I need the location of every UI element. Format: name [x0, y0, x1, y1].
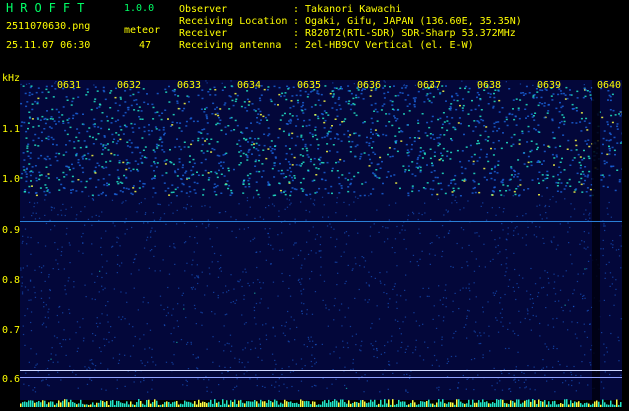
meteor-count: 47: [139, 41, 151, 51]
detection-strip: [20, 392, 622, 400]
carrier-line: [20, 221, 622, 222]
x-tick-0636: 0636: [357, 81, 381, 91]
y-unit-label: kHz: [2, 74, 18, 84]
location-key: Receiving Location: [179, 17, 287, 27]
x-tick-0638: 0638: [477, 81, 501, 91]
observer-key: Observer: [179, 5, 227, 15]
reference-line-upper: [20, 370, 622, 371]
y-tick-1.1: 1.1: [2, 125, 18, 135]
x-tick-0632: 0632: [117, 81, 141, 91]
x-tick-0640: 0640: [597, 81, 621, 91]
reference-line-lower: [20, 377, 622, 378]
x-tick-0633: 0633: [177, 81, 201, 91]
y-tick-0.9: 0.9: [2, 226, 18, 236]
receiver-key: Receiver: [179, 29, 227, 39]
y-tick-0.6: 0.6: [2, 375, 18, 385]
timestamp: 25.11.07 06:30: [6, 41, 90, 51]
observer-value: : Takanori Kawachi: [293, 5, 401, 15]
x-tick-0635: 0635: [297, 81, 321, 91]
app-title: HROFFT: [6, 2, 91, 14]
x-tick-0634: 0634: [237, 81, 261, 91]
meteor-label: meteor: [124, 26, 160, 36]
y-tick-0.8: 0.8: [2, 276, 18, 286]
x-tick-0637: 0637: [417, 81, 441, 91]
filename: 2511070630.png: [6, 22, 90, 32]
y-tick-1.0: 1.0: [2, 175, 18, 185]
location-value: : Ogaki, Gifu, JAPAN (136.60E, 35.35N): [293, 17, 522, 27]
antenna-key: Receiving antenna: [179, 41, 281, 51]
y-tick-0.7: 0.7: [2, 326, 18, 336]
spectrogram-canvas: [20, 80, 622, 400]
app-version: 1.0.0: [124, 4, 154, 14]
x-tick-0631: 0631: [57, 81, 81, 91]
x-tick-0639: 0639: [537, 81, 561, 91]
antenna-value: : 2el-HB9CV Vertical (el. E-W): [293, 41, 474, 51]
receiver-value: : R820T2(RTL-SDR) SDR-Sharp 53.372MHz: [293, 29, 516, 39]
plot-right-edge: [622, 80, 629, 400]
spectrogram-noise: [20, 80, 622, 400]
